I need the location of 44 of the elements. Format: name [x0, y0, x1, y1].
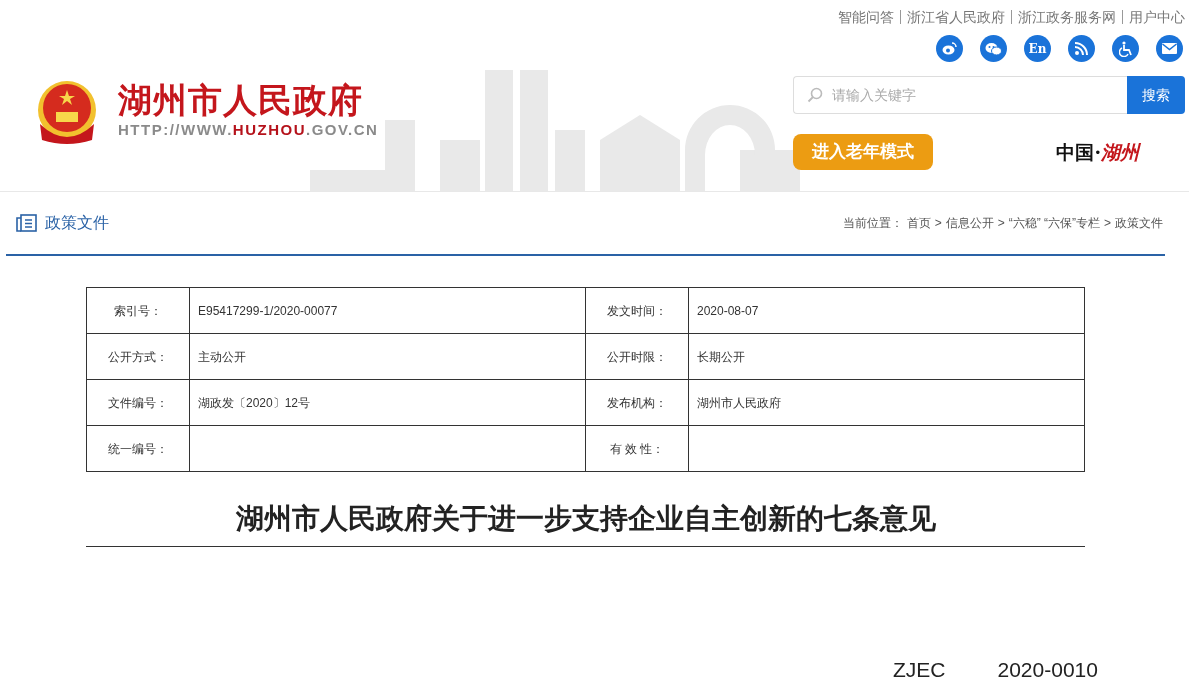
emblem-icon	[36, 80, 98, 144]
rss-icon[interactable]	[1068, 35, 1095, 62]
table-cell: 有 效 性：	[585, 425, 689, 472]
search-button[interactable]: 搜索	[1127, 76, 1185, 114]
table-cell: 文件编号：	[86, 379, 190, 426]
chat-bubbles-icon[interactable]	[980, 35, 1007, 62]
site-title: 湖州市人民政府	[118, 82, 364, 120]
table-cell: 发文时间：	[585, 287, 689, 334]
table-cell: 主动公开	[189, 333, 586, 380]
breadcrumb-link[interactable]: “六稳” “六保”专栏	[1008, 214, 1100, 232]
table-cell: 统一编号：	[86, 425, 190, 472]
breadcrumb-link[interactable]: 信息公开	[945, 214, 994, 232]
document-code: ZJEC	[893, 657, 946, 683]
mail-icon[interactable]	[1156, 35, 1183, 62]
breadcrumb-link[interactable]: 政策文件	[1115, 214, 1163, 232]
search-icon	[807, 87, 823, 103]
search-field[interactable]: 请输入关键字	[793, 76, 1127, 114]
breadcrumb-link[interactable]: 首页	[906, 214, 931, 232]
breadcrumb-separator: >	[1104, 215, 1111, 232]
table-cell: 索引号：	[86, 287, 190, 334]
top-link[interactable]: 浙江省人民政府	[900, 10, 1011, 24]
site-url: HTTP://WWW.HUZHOU.GOV.CN	[118, 120, 379, 141]
top-link[interactable]: 用户中心	[1122, 10, 1185, 24]
table-cell: E95417299-1/2020-00077	[189, 287, 586, 334]
top-link[interactable]: 浙江政务服务网	[1011, 10, 1122, 24]
section-title: 政策文件	[45, 213, 109, 233]
breadcrumb-separator: >	[934, 215, 942, 232]
weibo-icon[interactable]	[936, 35, 963, 62]
table-cell: 2020-08-07	[688, 287, 1085, 334]
breadcrumb-separator: >	[997, 215, 1005, 232]
top-link[interactable]: 智能问答	[832, 10, 900, 24]
document-icon	[16, 214, 37, 232]
english-link[interactable]: En	[1024, 35, 1051, 62]
table-cell: 公开方式：	[86, 333, 190, 380]
wheelchair-icon[interactable]	[1112, 35, 1139, 62]
document-title: 湖州市人民政府关于进一步支持企业自主创新的七条意见	[86, 498, 1085, 547]
table-cell: 发布机构：	[585, 379, 689, 426]
table-cell: 湖州市人民政府	[688, 379, 1085, 426]
document-code: 2020-0010	[997, 657, 1098, 683]
table-cell: 长期公开	[688, 333, 1085, 380]
breadcrumb-label: 当前位置：	[842, 215, 903, 232]
table-cell: 公开时限：	[585, 333, 689, 380]
slogan: 中国·湖州	[1056, 139, 1139, 165]
table-cell: 湖政发〔2020〕12号	[189, 379, 586, 426]
